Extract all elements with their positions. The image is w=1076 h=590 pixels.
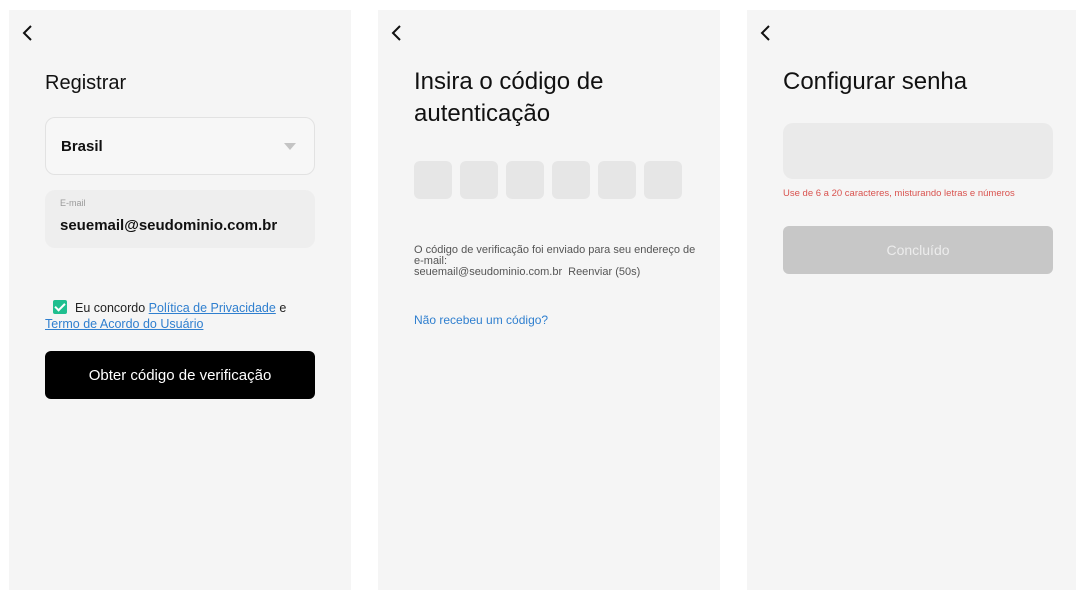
password-input[interactable]: [783, 123, 1053, 179]
back-button[interactable]: [17, 22, 39, 44]
email-value: seuemail@seudominio.com.br: [60, 217, 278, 234]
sent-text: O código de verificação foi enviado para…: [414, 244, 696, 267]
agreement-text: Eu concordo Política de Privacidade e: [53, 300, 313, 316]
terms-link[interactable]: Termo de Acordo do Usuário: [45, 317, 203, 331]
email-label: E-mail: [60, 198, 86, 208]
email-field[interactable]: E-mail seuemail@seudominio.com.br: [45, 190, 315, 248]
agreement-line-2: Termo de Acordo do Usuário: [45, 317, 203, 331]
no-code-link[interactable]: Não recebeu um código?: [414, 313, 548, 327]
page-title: Registrar: [45, 72, 127, 94]
agree-checkbox[interactable]: [53, 300, 67, 314]
chevron-left-icon: [391, 25, 401, 41]
code-digit-input[interactable]: [644, 161, 682, 199]
resend-countdown: Reenviar (50s): [568, 266, 641, 278]
code-digit-input[interactable]: [506, 161, 544, 199]
done-button[interactable]: Concluído: [783, 226, 1053, 274]
code-digit-input[interactable]: [598, 161, 636, 199]
get-code-button[interactable]: Obter código de verificação: [45, 351, 315, 399]
password-hint: Use de 6 a 20 caracteres, misturando let…: [783, 188, 1015, 199]
register-screen: Registrar Brasil E-mail seuemail@seudomi…: [9, 10, 351, 590]
back-button[interactable]: [755, 22, 777, 44]
country-value: Brasil: [61, 138, 103, 155]
sent-email: seuemail@seudominio.com.br: [414, 266, 563, 278]
country-select[interactable]: Brasil: [45, 117, 315, 175]
page-title: Configurar senha: [783, 68, 968, 95]
privacy-policy-link[interactable]: Política de Privacidade: [149, 301, 276, 315]
back-button[interactable]: [386, 22, 408, 44]
code-sent-message: O código de verificação foi enviado para…: [414, 245, 704, 278]
caret-down-icon: [284, 143, 296, 150]
chevron-left-icon: [22, 25, 32, 41]
code-digit-input[interactable]: [552, 161, 590, 199]
agree-and: e: [279, 301, 287, 315]
page-title: Insira o código de autenticação: [414, 68, 604, 127]
code-digit-input[interactable]: [414, 161, 452, 199]
code-input-group: [414, 161, 682, 199]
code-digit-input[interactable]: [460, 161, 498, 199]
agree-prefix: Eu concordo: [75, 301, 146, 315]
verify-screen: Insira o código de autenticação O código…: [378, 10, 720, 590]
chevron-left-icon: [760, 25, 770, 41]
password-screen: Configurar senha Use de 6 a 20 caractere…: [747, 10, 1076, 590]
